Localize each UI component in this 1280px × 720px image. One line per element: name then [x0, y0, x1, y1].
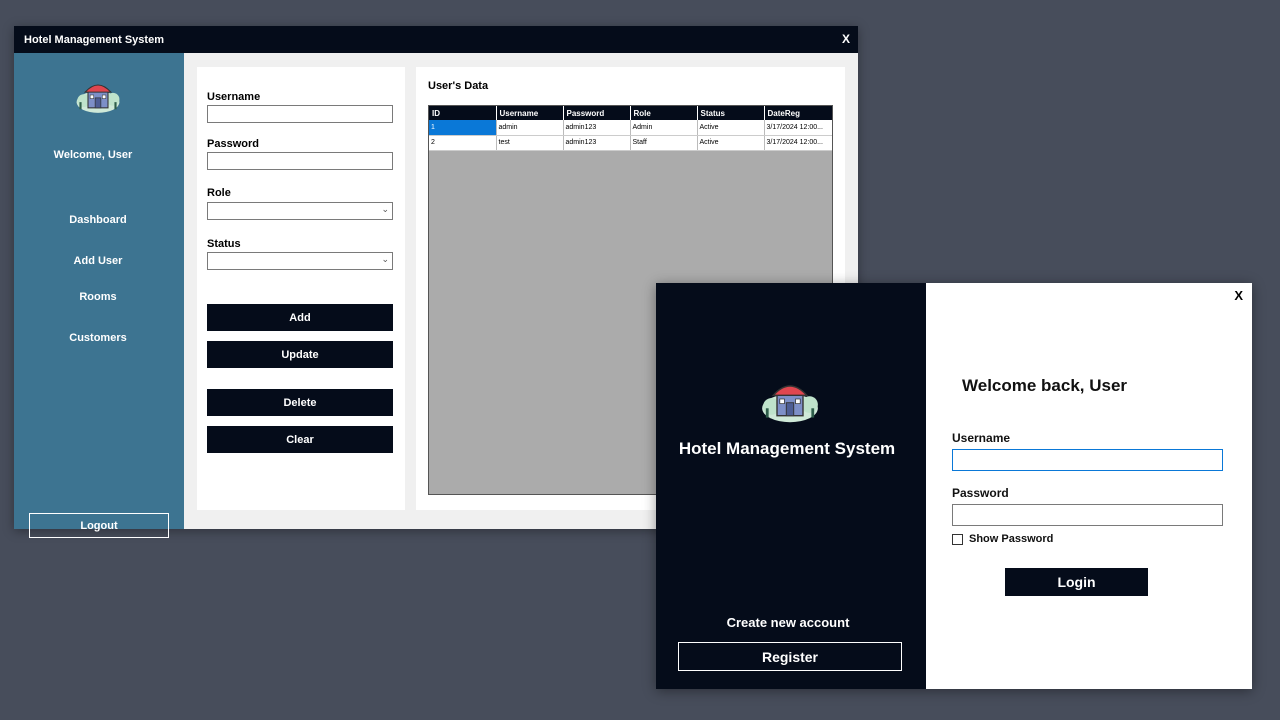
- password-input[interactable]: [207, 152, 393, 170]
- chevron-down-icon: ⌄: [381, 204, 389, 214]
- add-button[interactable]: Add: [207, 304, 393, 331]
- user-form-panel: Username Password Role ⌄ Status ⌄ Add Up…: [197, 67, 405, 510]
- table-cell[interactable]: Staff: [630, 135, 698, 151]
- column-header-status[interactable]: Status: [697, 106, 765, 120]
- column-header-datereg[interactable]: DateReg: [764, 106, 832, 120]
- username-input[interactable]: [207, 105, 393, 123]
- delete-button[interactable]: Delete: [207, 389, 393, 416]
- table-header-row: ID Username Password Role Status DateReg: [429, 106, 832, 120]
- register-button[interactable]: Register: [678, 642, 902, 671]
- login-username-label: Username: [952, 431, 1011, 445]
- login-app-title: Hotel Management System: [678, 439, 896, 458]
- admin-titlebar[interactable]: Hotel Management System X: [14, 26, 858, 53]
- clear-button[interactable]: Clear: [207, 426, 393, 453]
- role-select[interactable]: ⌄: [207, 202, 393, 220]
- hotel-logo-icon: [762, 385, 818, 423]
- table-cell[interactable]: admin: [496, 120, 564, 136]
- table-cell[interactable]: 1: [429, 120, 497, 136]
- column-header-password[interactable]: Password: [563, 106, 631, 120]
- username-label: Username: [207, 91, 261, 103]
- table-cell[interactable]: 3/17/2024 12:00...: [764, 135, 832, 151]
- hotel-logo-icon: [76, 84, 120, 113]
- sidebar-item-add-user[interactable]: Add User: [14, 255, 182, 267]
- window-title: Hotel Management System: [24, 34, 164, 46]
- sidebar-item-dashboard[interactable]: Dashboard: [14, 214, 182, 226]
- table-row[interactable]: 1 admin admin123 Admin Active 3/17/2024 …: [429, 120, 832, 136]
- login-welcome-heading: Welcome back, User: [962, 376, 1128, 395]
- column-header-id[interactable]: ID: [429, 106, 497, 120]
- table-cell[interactable]: Admin: [630, 120, 698, 136]
- show-password-checkbox[interactable]: [952, 534, 963, 545]
- table-row[interactable]: 2 test admin123 Staff Active 3/17/2024 1…: [429, 135, 832, 151]
- login-username-input[interactable]: [952, 449, 1223, 471]
- logout-button[interactable]: Logout: [29, 513, 169, 538]
- create-account-label: Create new account: [726, 615, 850, 630]
- password-label: Password: [207, 138, 259, 150]
- sidebar-welcome: Welcome, User: [53, 149, 133, 161]
- users-table-title: User's Data: [428, 80, 489, 92]
- login-password-input[interactable]: [952, 504, 1223, 526]
- role-label: Role: [207, 187, 231, 199]
- close-icon[interactable]: X: [842, 32, 850, 46]
- login-password-label: Password: [952, 486, 1009, 500]
- close-icon[interactable]: X: [1234, 288, 1243, 303]
- table-cell[interactable]: test: [496, 135, 564, 151]
- column-header-username[interactable]: Username: [496, 106, 564, 120]
- table-cell[interactable]: Active: [697, 135, 765, 151]
- table-cell[interactable]: 3/17/2024 12:00...: [764, 120, 832, 136]
- login-brand-panel: Hotel Management System Create new accou…: [656, 283, 926, 689]
- update-button[interactable]: Update: [207, 341, 393, 368]
- login-window: Hotel Management System Create new accou…: [656, 283, 1252, 689]
- sidebar-item-rooms[interactable]: Rooms: [14, 291, 182, 303]
- chevron-down-icon: ⌄: [381, 254, 389, 264]
- table-cell[interactable]: admin123: [563, 120, 631, 136]
- table-cell[interactable]: admin123: [563, 135, 631, 151]
- login-button[interactable]: Login: [1005, 568, 1148, 596]
- sidebar: Welcome, User Dashboard Add User Rooms C…: [14, 53, 184, 538]
- table-cell[interactable]: 2: [429, 135, 497, 151]
- status-label: Status: [207, 238, 241, 250]
- status-select[interactable]: ⌄: [207, 252, 393, 270]
- show-password-label[interactable]: Show Password: [969, 533, 1053, 545]
- table-cell[interactable]: Active: [697, 120, 765, 136]
- sidebar-item-customers[interactable]: Customers: [14, 332, 182, 344]
- column-header-role[interactable]: Role: [630, 106, 698, 120]
